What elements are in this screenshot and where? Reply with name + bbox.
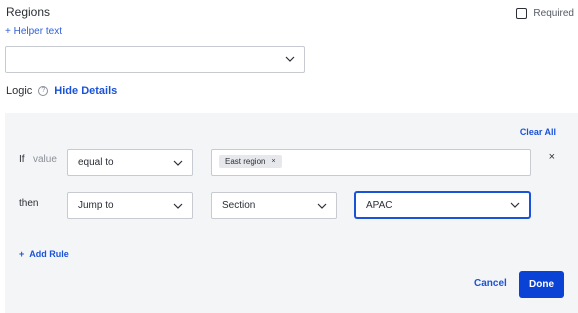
value-multiselect[interactable]: East region × [211,149,531,176]
helper-text-link[interactable]: + Helper text [5,26,62,37]
regions-select[interactable] [5,46,305,73]
required-checkbox[interactable] [516,8,528,19]
done-button[interactable]: Done [519,271,564,298]
plus-icon: + [19,249,25,259]
add-rule-label: Add Rule [29,249,69,259]
operator-value: equal to [78,157,114,168]
action-select[interactable]: Jump to [67,192,193,219]
chevron-down-icon [317,203,327,209]
chevron-down-icon [285,56,295,62]
target-type-select[interactable]: Section [211,192,337,219]
target-select[interactable]: APAC [355,192,530,218]
chevron-down-icon [173,203,183,209]
logic-row: Logic ? Hide Details [6,85,117,97]
info-icon: ? [38,86,49,96]
add-rule-button[interactable]: + Add Rule [19,249,69,259]
value-label: value [33,154,57,165]
field-title: Regions [6,5,51,19]
value-chip: East region × [219,155,282,168]
cancel-button[interactable]: Cancel [474,278,507,289]
required-label: Required [533,8,574,19]
clear-all-link[interactable]: Clear All [520,127,556,137]
hide-details-link[interactable]: Hide Details [54,85,117,97]
chevron-down-icon [173,160,183,166]
logic-label: Logic [6,85,33,97]
target-type-value: Section [222,200,256,211]
chip-label: East region [225,157,266,166]
action-value: Jump to [78,200,114,211]
required-toggle[interactable]: Required [516,8,574,19]
operator-select[interactable]: equal to [67,149,193,176]
if-label: If [19,154,25,165]
then-label: then [19,198,39,209]
target-value: APAC [366,200,393,211]
chevron-down-icon [510,202,520,208]
remove-rule-icon[interactable]: × [549,151,555,163]
chip-remove-icon[interactable]: × [271,158,275,165]
